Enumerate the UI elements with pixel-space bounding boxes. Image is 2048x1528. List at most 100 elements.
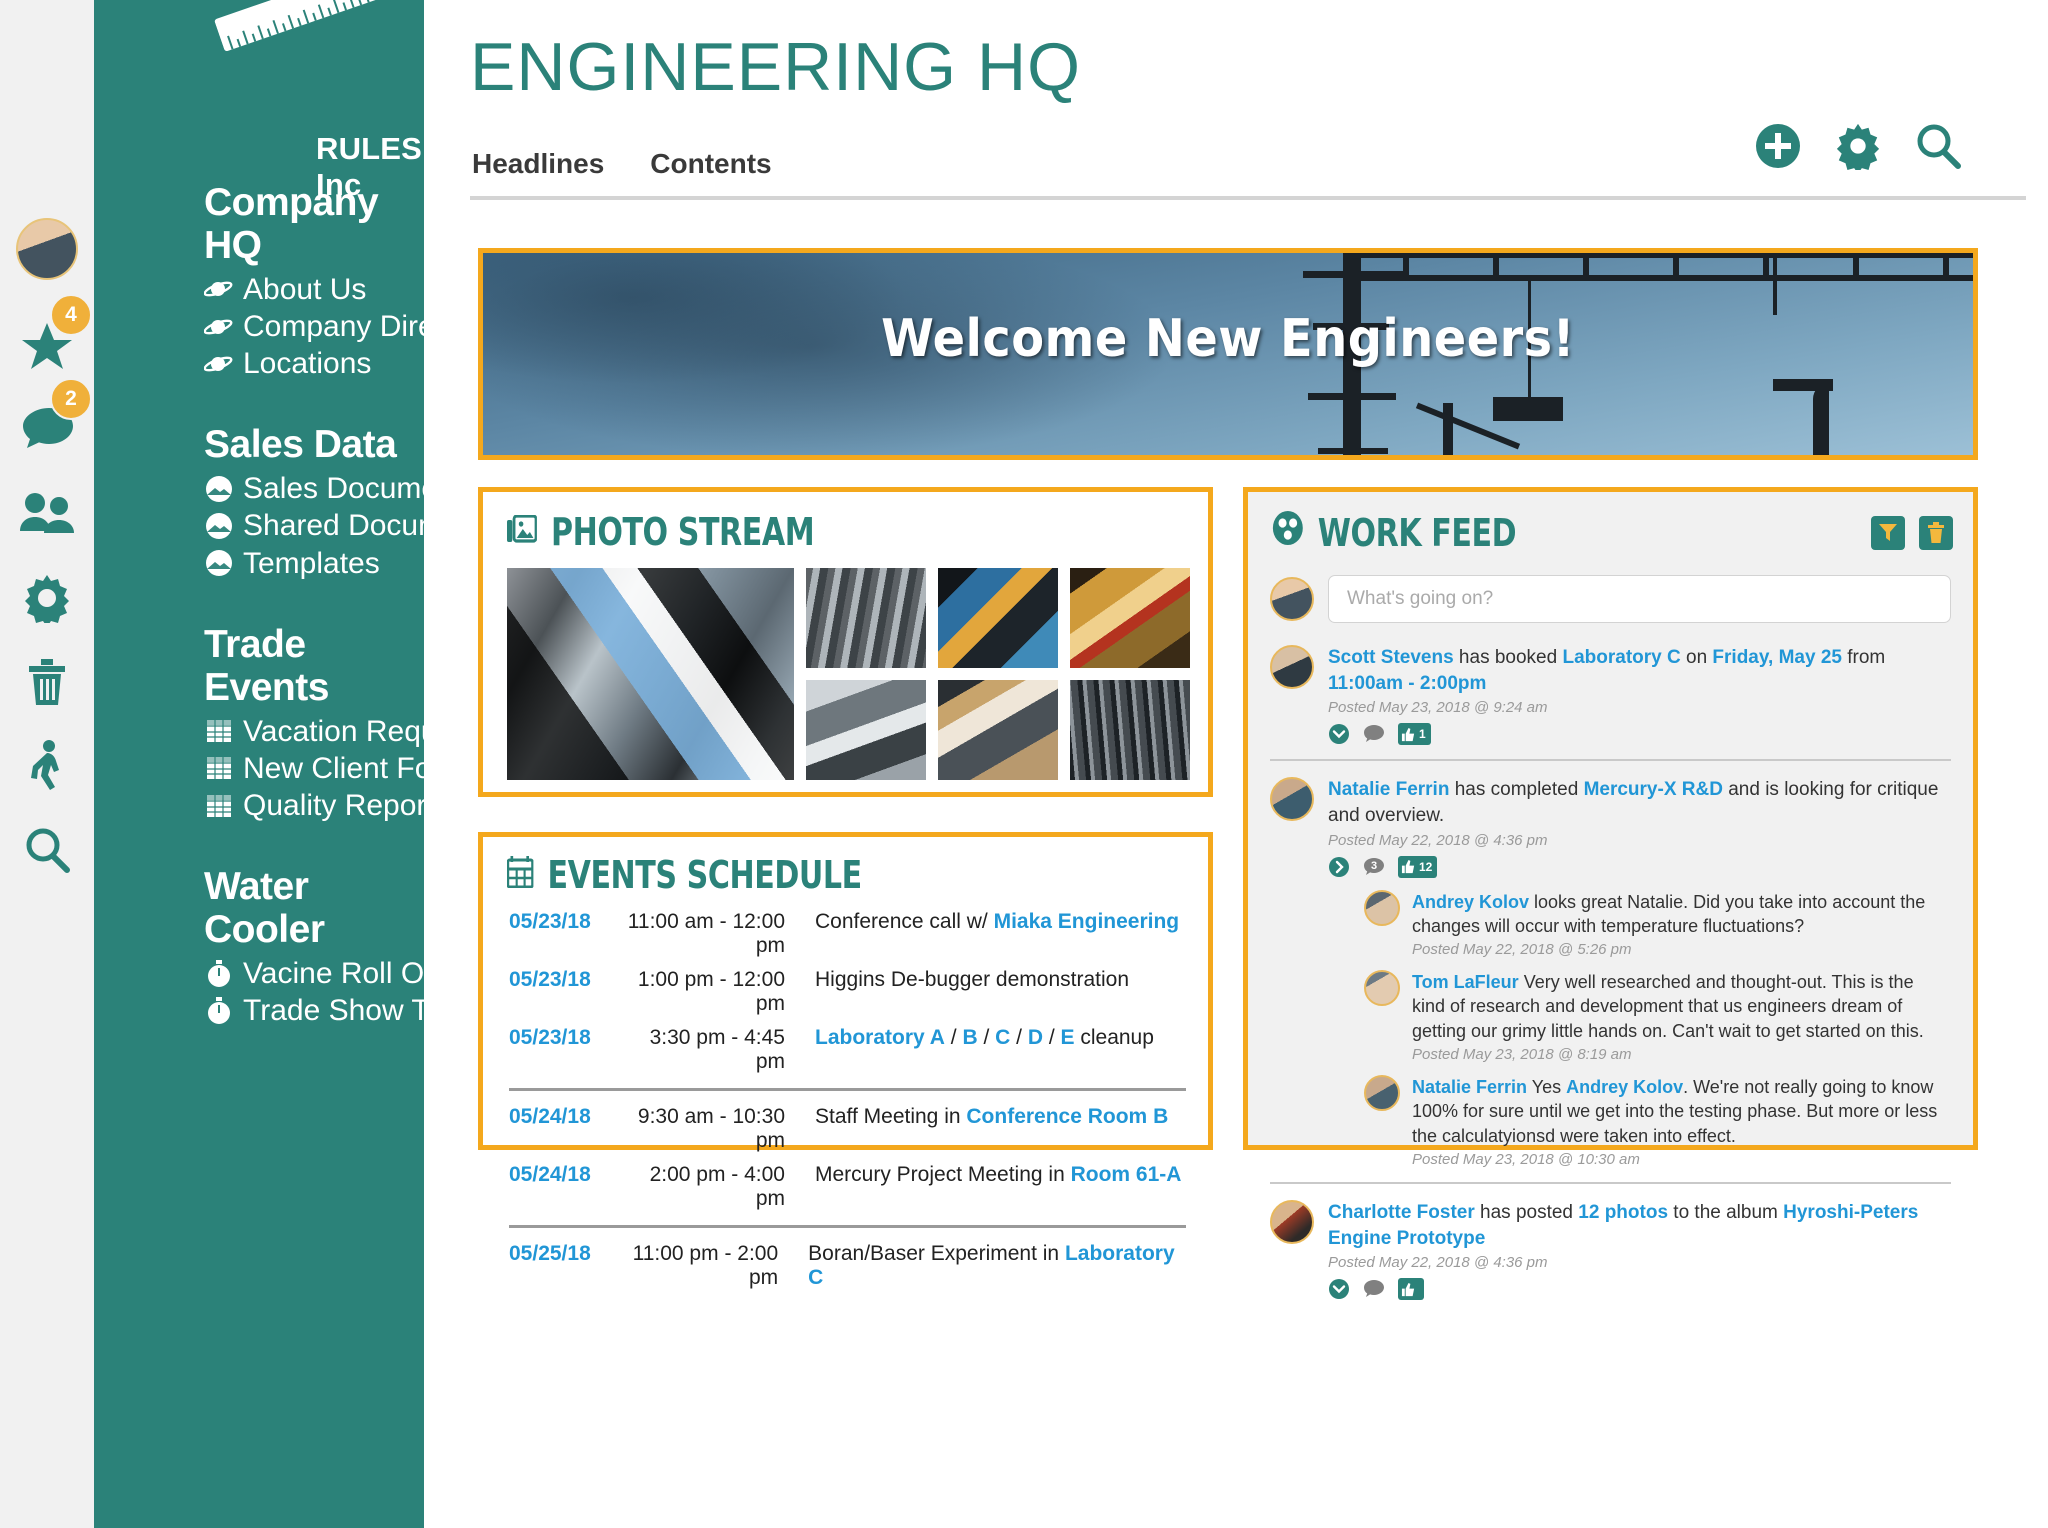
avatar[interactable]: [1270, 645, 1314, 689]
post-text: Natalie Ferrin has completed Mercury-X R…: [1328, 779, 1939, 826]
entity-link[interactable]: Laboratory C: [1562, 647, 1680, 668]
user-link[interactable]: Andrey Kolov: [1566, 1077, 1683, 1097]
entity-link[interactable]: Friday, May 25: [1712, 647, 1842, 668]
event-link[interactable]: Laboratory A: [815, 1026, 945, 1049]
welcome-banner[interactable]: Welcome New Engineers!: [478, 248, 1978, 460]
event-date: 05/24/18: [509, 1105, 591, 1128]
thumbs-up-icon: [1401, 727, 1415, 741]
user-link[interactable]: Charlotte Foster: [1328, 1202, 1475, 1223]
comment-icon[interactable]: [1363, 723, 1385, 745]
brand-logo[interactable]: RULES Inc: [94, 0, 424, 202]
event-link[interactable]: B: [962, 1026, 977, 1049]
user-link[interactable]: Andrey Kolov: [1412, 892, 1529, 912]
event-time: 11:00 am - 12:00 pm: [627, 910, 785, 957]
spreadsheet-icon: [204, 718, 234, 744]
event-row[interactable]: 05/24/18 9:30 am - 10:30 pm Staff Meetin…: [509, 1100, 1186, 1158]
photo-thumbnail[interactable]: [1070, 680, 1190, 780]
entity-link[interactable]: 11:00am - 2:00pm: [1328, 673, 1486, 694]
sidebar-item-sales-documents[interactable]: Sales Documents: [204, 470, 478, 507]
event-row[interactable]: 05/25/18 11:00 pm - 2:00 pm Boran/Baser …: [509, 1237, 1186, 1295]
search-button[interactable]: [1914, 122, 1962, 170]
photo-thumbnail[interactable]: [806, 568, 926, 668]
chevron-down-circle-icon[interactable]: [1328, 723, 1350, 745]
brand-name: RULES Inc: [316, 131, 423, 202]
rail-item-star[interactable]: 4: [0, 294, 94, 388]
photo-thumbnail[interactable]: [938, 680, 1058, 780]
user-link[interactable]: Tom LaFleur: [1412, 972, 1519, 992]
photo-thumbnail[interactable]: [806, 680, 926, 780]
avatar[interactable]: [1364, 889, 1400, 926]
sidebar-item-trade-show-tasks[interactable]: Trade Show Tasks: [204, 992, 488, 1029]
user-link[interactable]: Natalie Ferrin: [1328, 779, 1449, 800]
add-button[interactable]: [1754, 122, 1802, 170]
chevron-right-circle-icon[interactable]: [1328, 856, 1350, 878]
event-desc: Conference call w/ Miaka Engineering: [815, 910, 1180, 933]
sidebar-item-shared-documents[interactable]: Shared Documents: [204, 507, 500, 544]
avatar[interactable]: [1270, 1199, 1314, 1244]
trash-icon: [29, 659, 65, 705]
sidebar-item-locations[interactable]: Locations: [204, 345, 424, 382]
sidebar-item-company-directors[interactable]: Company Directors: [204, 308, 500, 345]
rail-item-search[interactable]: [0, 808, 94, 892]
event-time: 1:00 pm - 12:00 pm: [637, 968, 785, 1015]
sidebar-item-about-us[interactable]: About Us: [204, 271, 424, 308]
rail-item-people[interactable]: [0, 472, 94, 556]
event-row[interactable]: 05/23/18 1:00 pm - 12:00 pm Higgins De-b…: [509, 963, 1186, 1021]
nav-groups: Company HQ About Us Company Directors Lo…: [94, 181, 500, 1029]
delete-button[interactable]: [1919, 515, 1953, 550]
stopwatch-icon: [204, 996, 234, 1024]
event-link[interactable]: C: [995, 1026, 1010, 1049]
event-link[interactable]: E: [1061, 1026, 1075, 1049]
user-link[interactable]: Natalie Ferrin: [1412, 1077, 1527, 1097]
sidebar: RULES Inc Company HQ About Us Company Di…: [94, 0, 500, 1528]
comment-icon[interactable]: [1363, 1278, 1385, 1300]
comment-icon[interactable]: 3: [1363, 856, 1385, 878]
sidebar-item-vacation-request[interactable]: Vacation Request: [204, 713, 478, 750]
entity-link[interactable]: 12 photos: [1578, 1202, 1668, 1223]
like-button[interactable]: 1: [1398, 723, 1431, 746]
user-link[interactable]: Scott Stevens: [1328, 647, 1454, 668]
rail-item-trash[interactable]: [0, 640, 94, 724]
people-icon: [20, 493, 74, 533]
rail-item-activity[interactable]: [0, 724, 94, 808]
photo-thumbnail[interactable]: [938, 568, 1058, 668]
photo-thumbnail[interactable]: [507, 568, 794, 780]
event-link[interactable]: D: [1028, 1026, 1043, 1049]
messages-badge: 2: [50, 378, 92, 420]
chevron-down-circle-icon[interactable]: [1328, 1278, 1350, 1300]
like-button[interactable]: 12: [1398, 855, 1438, 878]
like-button[interactable]: [1398, 1278, 1424, 1301]
avatar[interactable]: [1364, 1075, 1400, 1112]
sidebar-item-vacine-roll-out[interactable]: Vacine Roll Out: [204, 955, 449, 992]
comment-timestamp: Posted May 22, 2018 @ 5:26 pm: [1412, 941, 1632, 959]
tab-headlines[interactable]: Headlines: [472, 148, 604, 180]
work-feed-title: WORK FEED: [1317, 510, 1517, 555]
post-composer: What's going on?: [1248, 555, 1973, 623]
event-link[interactable]: Room 61-A: [1071, 1163, 1182, 1186]
event-desc: Staff Meeting in Conference Room B: [815, 1105, 1169, 1128]
calendar-icon: [506, 853, 534, 897]
nav-group-water-cooler: Water Cooler Vacine Roll Out Trade Show …: [204, 865, 488, 1029]
sidebar-item-quality-report[interactable]: Quality Report: [204, 787, 435, 824]
sidebar-item-templates[interactable]: Templates: [204, 545, 424, 582]
post-input[interactable]: What's going on?: [1328, 575, 1951, 623]
photo-thumbnail[interactable]: [1070, 568, 1190, 668]
avatar[interactable]: [16, 218, 78, 280]
rail-item-messages[interactable]: 2: [0, 378, 94, 472]
event-link[interactable]: Miaka Engineering: [994, 910, 1180, 933]
entity-link[interactable]: Mercury-X R&D: [1584, 779, 1723, 800]
tab-contents[interactable]: Contents: [650, 148, 771, 180]
post-actions: 3 12: [1328, 849, 1951, 878]
avatar[interactable]: [1270, 777, 1314, 822]
thumbs-up-icon: [1401, 1282, 1415, 1296]
settings-button[interactable]: [1834, 122, 1882, 170]
rail-item-settings[interactable]: [0, 556, 94, 640]
sidebar-item-new-client-form[interactable]: New Client Form: [204, 750, 466, 787]
event-row[interactable]: 05/23/18 3:30 pm - 4:45 pm Laboratory A …: [509, 1021, 1186, 1079]
filter-button[interactable]: [1871, 515, 1905, 550]
event-link[interactable]: Conference Room B: [966, 1105, 1168, 1128]
feed-post: Scott Stevens has booked Laboratory C on…: [1270, 631, 1951, 746]
event-row[interactable]: 05/24/18 2:00 pm - 4:00 pm Mercury Proje…: [509, 1158, 1186, 1216]
avatar[interactable]: [1364, 970, 1400, 1007]
event-row[interactable]: 05/23/18 11:00 am - 12:00 pm Conference …: [509, 905, 1186, 963]
